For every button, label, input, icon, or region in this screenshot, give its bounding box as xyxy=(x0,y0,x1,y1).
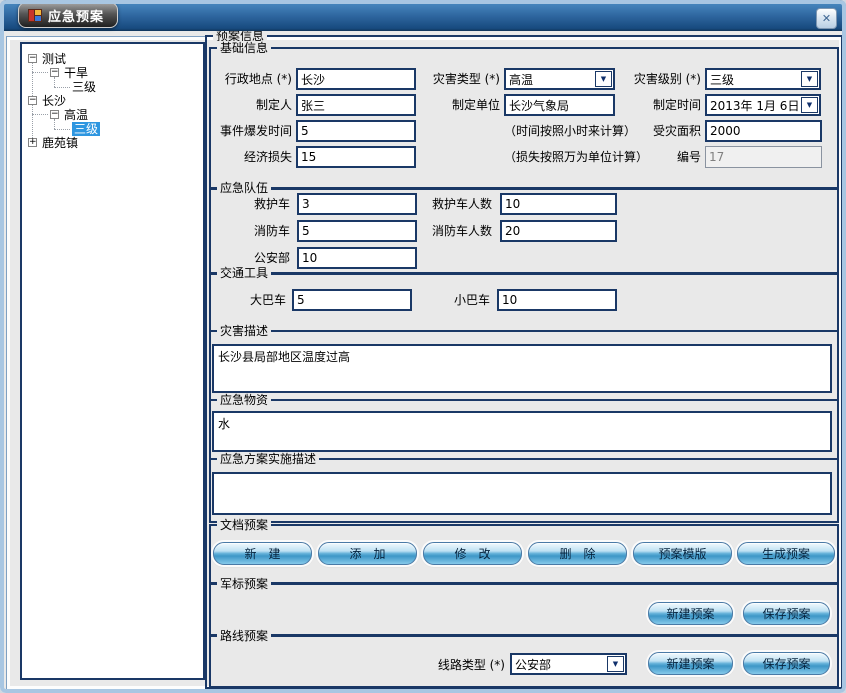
supplies-textarea[interactable]: 水 xyxy=(212,411,832,452)
disaster-type-label: 灾害类型 (*) xyxy=(408,72,500,86)
create-time-picker[interactable]: 2013年 1月 6日 ▼ xyxy=(705,94,821,116)
tree-node-luyuanzhen[interactable]: 鹿苑镇 xyxy=(42,136,78,150)
tree-guide xyxy=(54,129,70,130)
close-icon: ✕ xyxy=(822,13,831,24)
minibus-input[interactable] xyxy=(497,289,617,311)
tree-guide xyxy=(54,87,70,88)
tree-expander[interactable]: + xyxy=(28,138,37,147)
economic-loss-input[interactable] xyxy=(296,146,416,168)
tree-expander[interactable]: − xyxy=(28,96,37,105)
route-type-label: 线路类型 (*) xyxy=(420,658,505,672)
route-type-select[interactable]: 公安部 ▼ xyxy=(510,653,627,675)
tree-expander[interactable]: − xyxy=(28,54,37,63)
chevron-down-icon[interactable]: ▼ xyxy=(801,97,818,113)
disaster-type-select[interactable]: 高温 ▼ xyxy=(504,68,615,90)
military-save-button[interactable]: 保存预案 xyxy=(743,602,830,625)
edit-doc-button[interactable]: 修 改 xyxy=(423,542,522,565)
tree-node-level3-drought[interactable]: 三级 xyxy=(72,80,96,94)
template-button[interactable]: 预案模版 xyxy=(633,542,732,565)
impl-desc-textarea[interactable] xyxy=(212,472,832,515)
tree-guide xyxy=(32,72,48,73)
firetruck-staff-label: 消防车人数 xyxy=(420,224,492,238)
disaster-level-select[interactable]: 三级 ▼ xyxy=(705,68,821,90)
titlebar: 应急预案 xyxy=(0,0,846,31)
military-new-button[interactable]: 新建预案 xyxy=(648,602,733,625)
title-tab: 应急预案 xyxy=(18,2,118,28)
creator-input[interactable] xyxy=(296,94,416,116)
groupbox-title: 灾害描述 xyxy=(217,324,271,339)
groupbox-title: 基础信息 xyxy=(217,41,271,56)
unit-label: 制定单位 xyxy=(408,98,500,112)
groupbox-title: 路线预案 xyxy=(217,629,271,644)
app-window: 应急预案 ✕ − 测试 − 干旱 三级 − 长沙 − 高温 三级 + 鹿苑镇 预… xyxy=(0,0,846,693)
ambulance-input[interactable] xyxy=(297,193,417,215)
police-label: 公安部 xyxy=(209,251,290,265)
route-new-button[interactable]: 新建预案 xyxy=(648,652,733,675)
disaster-desc-textarea[interactable]: 长沙县局部地区温度过高 xyxy=(212,344,832,393)
ambulance-staff-input[interactable] xyxy=(500,193,617,215)
chevron-down-icon[interactable]: ▼ xyxy=(801,71,818,87)
economic-loss-label: 经济损失 xyxy=(209,150,292,164)
route-type-value: 公安部 xyxy=(512,656,607,673)
plan-tree: − 测试 − 干旱 三级 − 长沙 − 高温 三级 + 鹿苑镇 xyxy=(20,42,205,680)
ambulance-label: 救护车 xyxy=(209,197,290,211)
tree-guide xyxy=(32,114,48,115)
delete-doc-button[interactable]: 删 除 xyxy=(528,542,627,565)
tree-node-changsha[interactable]: 长沙 xyxy=(42,94,66,108)
close-button[interactable]: ✕ xyxy=(816,8,837,29)
tree-expander[interactable]: − xyxy=(50,68,59,77)
tree-node-hightemp[interactable]: 高温 xyxy=(64,108,88,122)
unit-input[interactable] xyxy=(504,94,615,116)
groupbox-title: 应急队伍 xyxy=(217,181,271,196)
route-save-button[interactable]: 保存预案 xyxy=(743,652,830,675)
tree-guide xyxy=(54,119,55,129)
admin-location-label: 行政地点 (*) xyxy=(209,72,292,86)
outbreak-time-label: 事件爆发时间 xyxy=(209,124,292,138)
minibus-label: 小巴车 xyxy=(413,293,490,307)
tree-expander[interactable]: − xyxy=(50,110,59,119)
creator-label: 制定人 xyxy=(209,98,292,112)
chevron-down-icon[interactable]: ▼ xyxy=(595,71,612,87)
groupbox-title: 应急物资 xyxy=(217,393,271,408)
affected-area-input[interactable] xyxy=(705,120,822,142)
app-icon xyxy=(28,9,42,22)
groupbox-title: 文档预案 xyxy=(217,518,271,533)
new-doc-button[interactable]: 新 建 xyxy=(213,542,312,565)
outbreak-time-input[interactable] xyxy=(296,120,416,142)
window-title: 应急预案 xyxy=(48,6,104,25)
disaster-level-label: 灾害级别 (*) xyxy=(617,72,701,86)
firetruck-label: 消防车 xyxy=(209,224,290,238)
affected-area-label: 受灾面积 xyxy=(617,124,701,138)
create-time-value: 2013年 1月 6日 xyxy=(707,97,801,114)
serial-number-label: 编号 xyxy=(617,150,701,164)
tree-node-drought[interactable]: 干旱 xyxy=(64,66,88,80)
tree-guide xyxy=(54,77,55,87)
firetruck-staff-input[interactable] xyxy=(500,220,617,242)
create-time-label: 制定时间 xyxy=(617,98,701,112)
ambulance-staff-label: 救护车人数 xyxy=(420,197,492,211)
disaster-level-value: 三级 xyxy=(707,71,801,88)
serial-number-input xyxy=(705,146,822,168)
groupbox-title: 应急方案实施描述 xyxy=(217,452,319,467)
bus-label: 大巴车 xyxy=(209,293,286,307)
bus-input[interactable] xyxy=(292,289,412,311)
disaster-type-value: 高温 xyxy=(506,71,595,88)
groupbox-title: 交通工具 xyxy=(217,266,271,281)
firetruck-input[interactable] xyxy=(297,220,417,242)
tree-node-level3-selected[interactable]: 三级 xyxy=(72,122,100,136)
add-doc-button[interactable]: 添 加 xyxy=(318,542,417,565)
generate-plan-button[interactable]: 生成预案 xyxy=(737,542,835,565)
groupbox-title: 军标预案 xyxy=(217,577,271,592)
police-input[interactable] xyxy=(297,247,417,269)
admin-location-input[interactable] xyxy=(296,68,416,90)
tree-node-test[interactable]: 测试 xyxy=(42,52,66,66)
chevron-down-icon[interactable]: ▼ xyxy=(607,656,624,672)
